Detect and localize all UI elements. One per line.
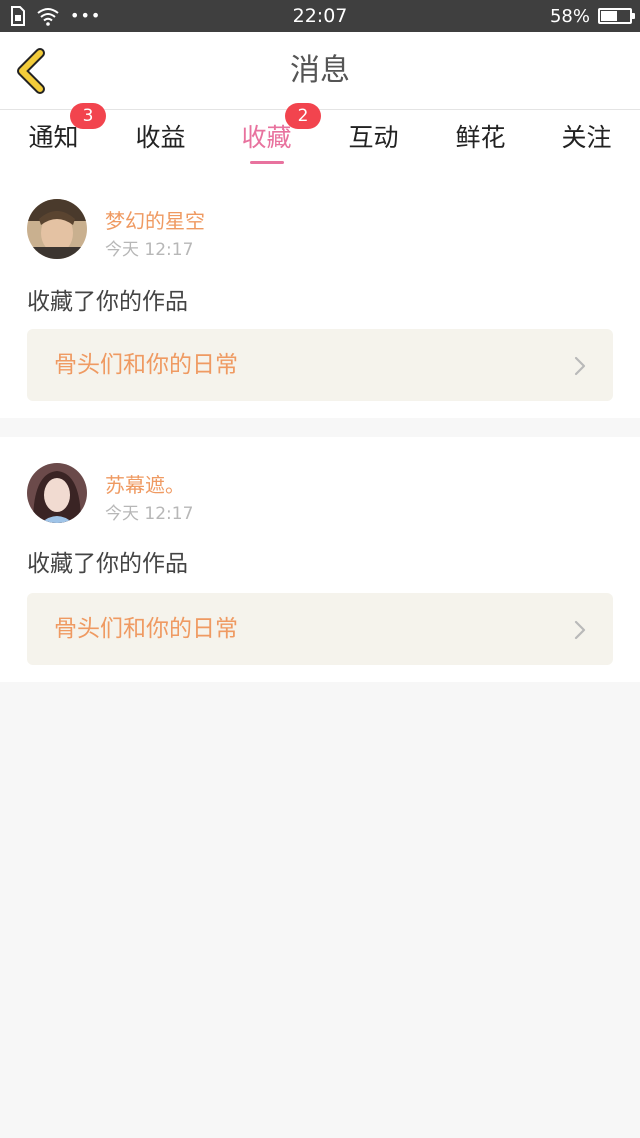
battery-percent: 58% <box>549 5 590 27</box>
tab-label: 收藏 <box>241 123 292 152</box>
favorites-badge: 2 <box>285 103 321 129</box>
tab-follows[interactable]: 关注 <box>533 110 640 178</box>
work-title: 骨头们和你的日常 <box>54 616 238 642</box>
avatar[interactable] <box>27 199 87 259</box>
status-right: 58% <box>549 0 635 32</box>
battery-icon <box>598 8 635 24</box>
tab-label: 收益 <box>135 123 186 152</box>
message-time: 今天 12:17 <box>105 240 194 260</box>
tab-label: 鲜花 <box>455 123 506 152</box>
user-name[interactable]: 梦幻的星空 <box>105 205 205 234</box>
tab-interactions[interactable]: 互动 <box>320 110 427 178</box>
chevron-right-icon <box>574 620 586 640</box>
status-bar: ••• 22:07 58% <box>0 0 640 32</box>
action-text: 收藏了你的作品 <box>27 289 188 315</box>
work-link[interactable]: 骨头们和你的日常 <box>27 593 613 665</box>
battery-level <box>601 11 618 21</box>
action-text: 收藏了你的作品 <box>27 551 188 577</box>
tab-earnings[interactable]: 收益 <box>107 110 214 178</box>
user-photo <box>27 199 87 259</box>
tab-label: 互动 <box>348 123 399 152</box>
work-link[interactable]: 骨头们和你的日常 <box>27 329 613 401</box>
avatar[interactable] <box>27 463 87 523</box>
page-title: 消息 <box>290 53 350 88</box>
message-card: 梦幻的星空 今天 12:17 收藏了你的作品 骨头们和你的日常 <box>0 178 640 418</box>
status-time: 22:07 <box>292 5 348 27</box>
message-card: 苏幕遮。 今天 12:17 收藏了你的作品 骨头们和你的日常 <box>0 437 640 682</box>
tab-notifications[interactable]: 通知 3 <box>0 103 107 178</box>
tab-label: 关注 <box>561 123 612 152</box>
tab-bar: 通知 3 收益 收藏 2 互动 鲜花 关注 <box>0 103 640 178</box>
tab-favorites[interactable]: 收藏 2 <box>213 103 321 178</box>
header: 消息 <box>0 32 640 110</box>
tab-flowers[interactable]: 鲜花 <box>427 110 534 178</box>
notification-badge: 3 <box>70 103 106 129</box>
active-tab-indicator <box>249 161 284 164</box>
work-title: 骨头们和你的日常 <box>54 352 238 378</box>
chevron-right-icon <box>574 356 586 376</box>
tab-label: 通知 <box>28 123 79 152</box>
user-photo <box>27 463 87 523</box>
user-name[interactable]: 苏幕遮。 <box>105 469 185 498</box>
message-time: 今天 12:17 <box>105 504 194 524</box>
